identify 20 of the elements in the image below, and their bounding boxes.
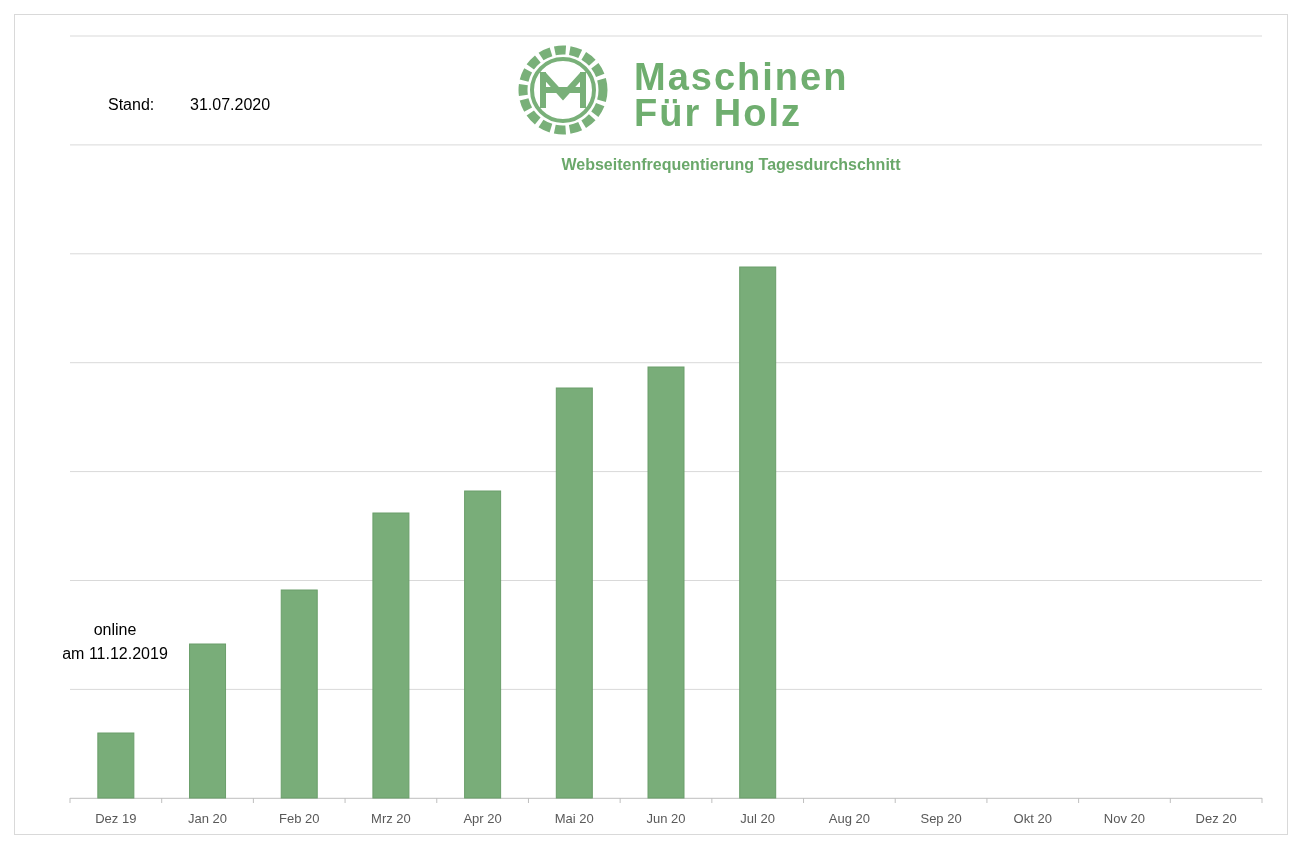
axis-label: Jun 20 [646,811,686,826]
gear-logo-icon [518,45,608,135]
axis-label: Okt 20 [1013,811,1052,826]
axis-label: Mrz 20 [371,811,411,826]
bar [97,732,135,799]
axis-label: Sep 20 [920,811,962,826]
chart-title: Webseitenfrequentierung Tagesdurchschnitt [561,156,901,173]
axis-label: Dez 19 [95,811,137,826]
stand-date: 31.07.2020 [190,96,271,113]
annotation-text: online [93,621,137,638]
annotation-text: am 11.12.2019 [62,645,168,662]
axis-label: Feb 20 [279,811,320,826]
axis-label: Apr 20 [463,811,502,826]
axis-label: Jul 20 [740,811,776,826]
stand-label: Stand: [108,96,155,113]
axis-label: Dez 20 [1195,811,1237,826]
axis-label: Mai 20 [554,811,594,826]
axis-label: Jan 20 [188,811,228,826]
axis-label: Nov 20 [1103,811,1146,826]
axis-label: Aug 20 [828,811,870,826]
